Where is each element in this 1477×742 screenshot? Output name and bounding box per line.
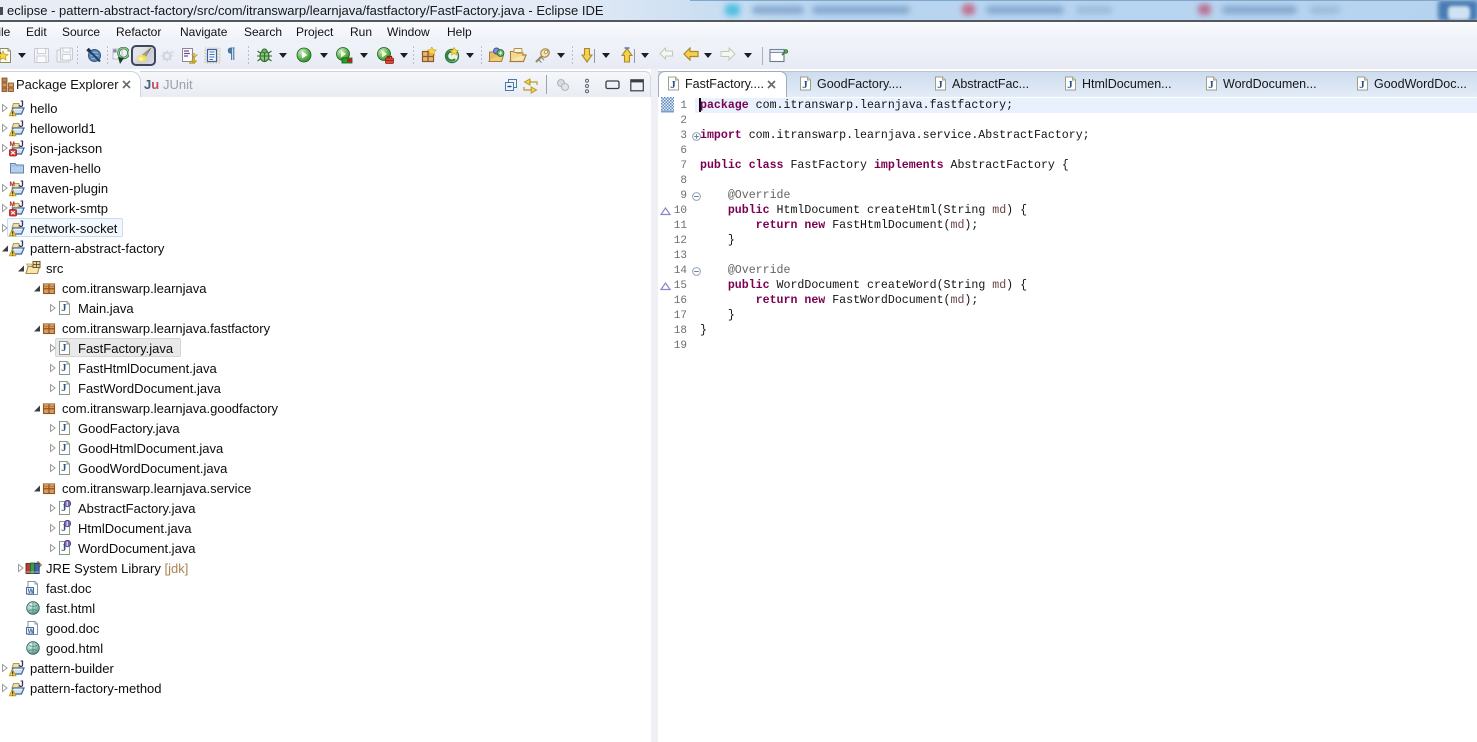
svg-text:I: I — [66, 501, 68, 508]
svg-text:J: J — [19, 220, 24, 229]
svg-text:J: J — [19, 120, 24, 129]
svg-text:J: J — [61, 343, 66, 354]
svg-text:J: J — [670, 79, 676, 91]
svg-text:J: J — [1067, 79, 1073, 91]
svg-text:W: W — [28, 628, 35, 635]
svg-text:M: M — [10, 141, 15, 148]
svg-text:J: J — [1359, 79, 1365, 91]
svg-text:J: J — [19, 140, 24, 149]
svg-text:J: J — [802, 79, 808, 91]
svg-text:I: I — [66, 541, 68, 548]
svg-text:J: J — [61, 383, 66, 394]
svg-text:J: J — [19, 180, 24, 189]
svg-text:J: J — [19, 100, 24, 109]
svg-text:J: J — [61, 443, 66, 454]
svg-text:J: J — [19, 240, 24, 249]
svg-text:I: I — [66, 521, 68, 528]
svg-text:J: J — [61, 303, 66, 314]
svg-text:J: J — [61, 463, 66, 474]
svg-text:J: J — [19, 200, 24, 209]
svg-text:J: J — [1208, 79, 1214, 91]
svg-text:J: J — [61, 363, 66, 374]
svg-text:W: W — [28, 588, 35, 595]
svg-text:M: M — [10, 181, 15, 188]
svg-text:J: J — [19, 680, 24, 689]
svg-text:J: J — [937, 79, 943, 91]
svg-text:M: M — [10, 201, 15, 208]
svg-text:J: J — [61, 423, 66, 434]
svg-text:J: J — [19, 660, 24, 669]
